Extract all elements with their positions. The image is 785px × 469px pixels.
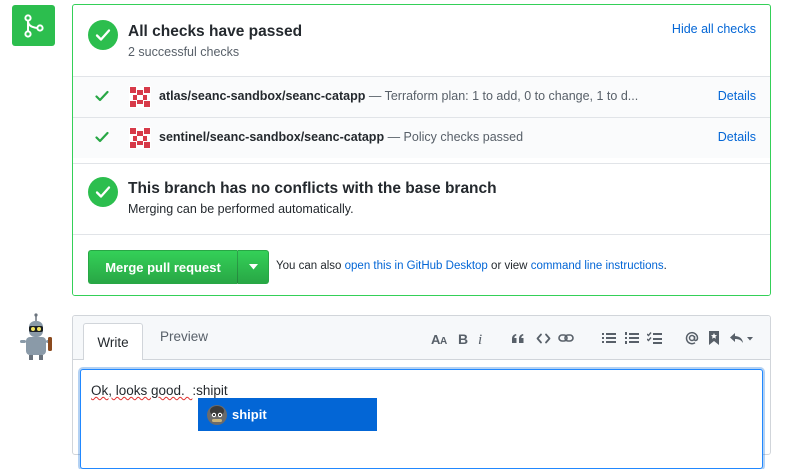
integration-avatar [129,86,151,108]
conflict-title: This branch has no conflicts with the ba… [128,180,497,197]
no-conflicts-section: This branch has no conflicts with the ba… [73,163,770,235]
checks-subtitle: 2 successful checks [128,45,240,59]
suggestion-label: shipit [232,407,267,422]
note-text: or view [491,260,528,272]
success-check-icon [88,20,118,50]
typed-text: Ok, looks good. [91,383,193,398]
integration-avatar [129,127,151,149]
emoji-suggestion-item[interactable]: shipit [198,398,377,431]
check-context: sentinel/seanc-sandbox/seanc-catapp [159,130,385,144]
check-icon [95,131,109,143]
caret-down-icon [248,264,258,270]
code-icon[interactable] [534,329,552,347]
check-row: atlas/seanc-sandbox/seanc-catapp — Terra… [73,76,770,117]
tab-preview[interactable]: Preview [160,329,208,344]
check-icon [95,90,109,102]
merge-status-box: All checks have passed 2 successful chec… [72,4,771,296]
check-description: sentinel/seanc-sandbox/seanc-catapp — Po… [159,130,523,144]
hide-all-checks-link[interactable]: Hide all checks [672,22,756,36]
editor-tab-bar: Write Preview AA B i [73,316,770,360]
check-details-link[interactable]: Details [718,130,756,144]
bookmark-icon[interactable] [707,329,721,347]
bold-icon[interactable]: B [456,329,470,347]
github-desktop-link[interactable]: open this in GitHub Desktop [345,260,488,272]
numbered-list-icon[interactable] [624,329,640,347]
merge-method-dropdown[interactable] [237,250,269,284]
merge-status-badge [12,5,55,46]
svg-text:B: B [458,332,468,345]
quote-icon[interactable] [510,329,526,347]
merge-actions: Merge pull request You can also open thi… [73,234,770,295]
git-merge-icon [23,13,44,38]
success-check-icon [88,177,118,207]
comment-editor: Write Preview AA B i Ok, looks good.:sh… [72,315,771,469]
check-context: atlas/seanc-sandbox/seanc-catapp [159,89,366,103]
italic-icon[interactable]: i [475,329,487,347]
command-line-instructions-link[interactable]: command line instructions [531,260,664,272]
checks-summary: All checks have passed 2 successful chec… [73,5,770,77]
reply-icon[interactable] [728,329,756,347]
conflict-subtitle: Merging can be performed automatically. [128,202,354,216]
merge-pull-request-button[interactable]: Merge pull request [88,250,237,284]
check-details-link[interactable]: Details [718,89,756,103]
task-list-icon[interactable] [646,329,662,347]
merge-alternatives-note: You can also open this in GitHub Desktop… [276,260,667,272]
comment-text: Ok, looks good. :shipit [91,383,228,398]
svg-text:i: i [478,332,482,345]
typed-shortcode: :shipit [192,383,228,398]
checks-title: All checks have passed [128,23,303,40]
link-icon[interactable] [557,329,575,347]
check-row: sentinel/seanc-sandbox/seanc-catapp — Po… [73,117,770,158]
heading-icon[interactable]: AA [430,329,450,347]
svg-text:A: A [440,336,447,345]
avatar [12,313,56,361]
comment-textarea[interactable]: Ok, looks good. :shipit [80,369,763,469]
check-summary: — Policy checks passed [387,130,524,144]
note-text: You can also [276,260,342,272]
note-text: . [663,260,667,272]
check-description: atlas/seanc-sandbox/seanc-catapp — Terra… [159,89,638,103]
shipit-emoji-icon [207,404,227,425]
tab-write[interactable]: Write [83,323,143,360]
check-summary: — Terraform plan: 1 to add, 0 to change,… [368,89,639,103]
mention-icon[interactable] [684,329,700,347]
bullet-list-icon[interactable] [601,329,617,347]
